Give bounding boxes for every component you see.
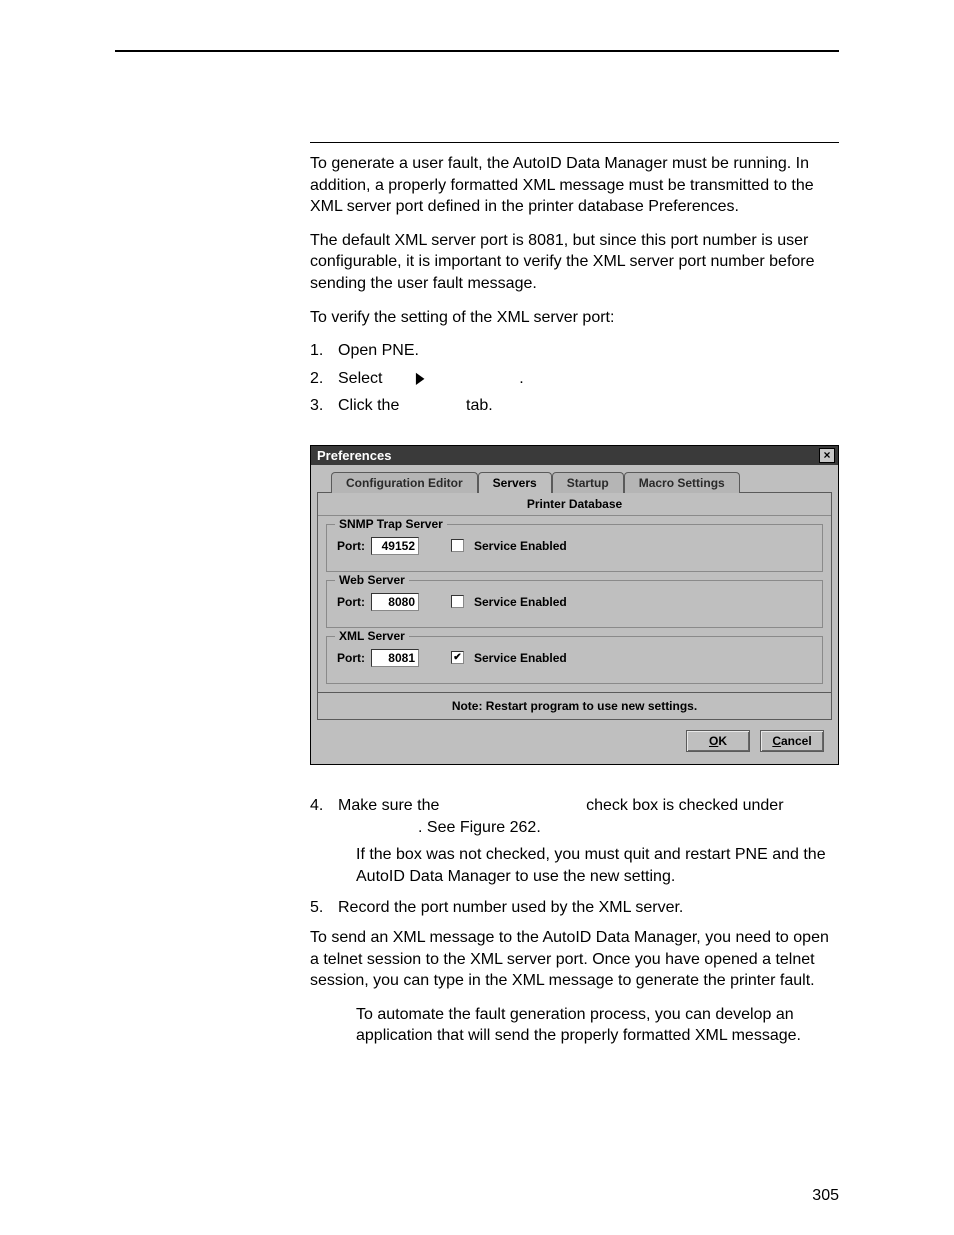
step-number: 2.: [310, 368, 338, 390]
page-number: 305: [812, 1187, 839, 1205]
port-label: Port:: [337, 539, 365, 553]
intro-paragraph-2: The default XML server port is 8081, but…: [310, 230, 839, 295]
service-enabled-label: Service Enabled: [474, 539, 567, 553]
group-xml-server: XML Server Port: ✔ Service Enabled: [326, 636, 823, 684]
tab-servers[interactable]: Servers: [478, 472, 552, 493]
step-3: 3. Click the tab.: [310, 395, 839, 417]
section-rule: [310, 142, 839, 143]
main-content: To generate a user fault, the AutoID Dat…: [310, 142, 839, 1047]
service-enabled-label: Service Enabled: [474, 651, 567, 665]
telnet-paragraph: To send an XML message to the AutoID Dat…: [310, 927, 839, 992]
panel-subhead: Printer Database: [318, 493, 831, 516]
step-text: Record the port number used by the XML s…: [338, 897, 839, 919]
note-paragraph: To automate the fault generation process…: [356, 1004, 839, 1047]
step-number: 5.: [310, 897, 338, 919]
web-service-enabled-checkbox[interactable]: [451, 595, 464, 608]
dialog-title: Preferences: [317, 448, 391, 463]
web-port-input[interactable]: [371, 593, 419, 611]
step-number: 1.: [310, 340, 338, 362]
restart-note: Note: Restart program to use new setting…: [317, 693, 832, 720]
tab-startup[interactable]: Startup: [552, 472, 624, 493]
step-text: Click the tab.: [338, 395, 839, 417]
verify-lead-in: To verify the setting of the XML server …: [310, 307, 839, 329]
step-number: 3.: [310, 395, 338, 417]
step-4: 4. Make sure the check box is checked un…: [310, 795, 839, 838]
step-text: Make sure the check box is checked under…: [338, 795, 839, 838]
step-number: 4.: [310, 795, 338, 838]
xml-port-input[interactable]: [371, 649, 419, 667]
step-text: Select ▶ .: [338, 368, 839, 390]
group-snmp-trap-server: SNMP Trap Server Port: Service Enabled: [326, 524, 823, 572]
tab-configuration-editor[interactable]: Configuration Editor: [331, 472, 478, 493]
ok-button[interactable]: OK: [686, 730, 750, 752]
port-label: Port:: [337, 651, 365, 665]
tab-panel: Printer Database SNMP Trap Server Port: …: [317, 492, 832, 693]
dialog-titlebar: Preferences ×: [311, 446, 838, 465]
menu-arrow-icon: ▶: [415, 368, 424, 390]
tab-row: Configuration Editor Servers Startup Mac…: [331, 471, 832, 492]
close-icon[interactable]: ×: [819, 448, 835, 463]
step-2: 2. Select ▶ .: [310, 368, 839, 390]
port-label: Port:: [337, 595, 365, 609]
snmp-service-enabled-checkbox[interactable]: [451, 539, 464, 552]
xml-service-enabled-checkbox[interactable]: ✔: [451, 651, 464, 664]
group-web-server: Web Server Port: Service Enabled: [326, 580, 823, 628]
cancel-button[interactable]: Cancel: [760, 730, 824, 752]
group-title: SNMP Trap Server: [335, 517, 447, 531]
step-1: 1. Open PNE.: [310, 340, 839, 362]
service-enabled-label: Service Enabled: [474, 595, 567, 609]
tab-macro-settings[interactable]: Macro Settings: [624, 472, 740, 493]
step-4-continuation: If the box was not checked, you must qui…: [356, 844, 839, 887]
page-top-rule: [115, 50, 839, 52]
preferences-dialog: Preferences × Configuration Editor Serve…: [310, 445, 839, 765]
snmp-port-input[interactable]: [371, 537, 419, 555]
group-title: XML Server: [335, 629, 409, 643]
intro-paragraph-1: To generate a user fault, the AutoID Dat…: [310, 153, 839, 218]
step-text: Open PNE.: [338, 340, 839, 362]
step-5: 5. Record the port number used by the XM…: [310, 897, 839, 919]
group-title: Web Server: [335, 573, 409, 587]
